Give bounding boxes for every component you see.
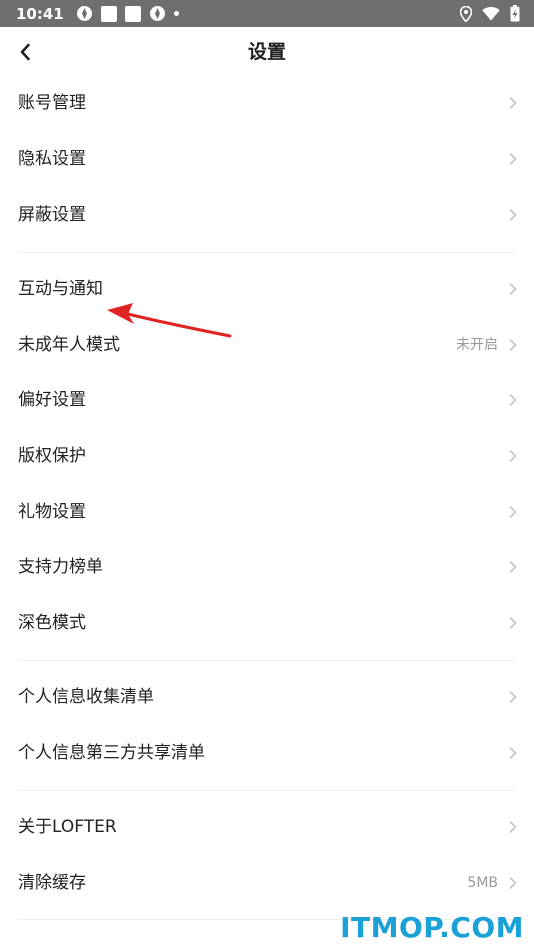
section-divider (18, 252, 516, 253)
app-notification-icon-2 (124, 5, 141, 22)
battery-charging-icon (510, 5, 520, 22)
status-time: 10:41 (16, 4, 64, 23)
settings-item-personal-info-list[interactable]: 个人信息收集清单 (0, 670, 534, 724)
settings-item-label: 账号管理 (18, 93, 86, 113)
settings-item-label: 互动与通知 (18, 279, 103, 299)
chevron-right-icon (509, 394, 517, 406)
system-icons (460, 5, 520, 22)
settings-item-clear-cache[interactable]: 清除缓存 5MB (0, 856, 534, 910)
settings-screen: 10:41 设置 账号管理 隐私设置 屏蔽设置 互动与通知 未成年人模式 未开启… (0, 0, 534, 950)
settings-item-label: 关于LOFTER (18, 817, 117, 837)
chevron-right-icon (509, 561, 517, 573)
chevron-right-icon (509, 153, 517, 165)
settings-item-copyright[interactable]: 版权保护 (0, 429, 534, 483)
settings-item-label: 支持力榜单 (18, 557, 103, 577)
settings-item-gifts[interactable]: 礼物设置 (0, 485, 534, 539)
page-title: 设置 (247, 41, 286, 63)
settings-item-label: 偏好设置 (18, 390, 86, 410)
settings-item-third-party-list[interactable]: 个人信息第三方共享清单 (0, 726, 534, 780)
wifi-icon (482, 7, 500, 21)
chevron-right-icon (509, 691, 517, 703)
header: 设置 (0, 27, 534, 77)
status-bar: 10:41 (0, 0, 534, 27)
settings-item-privacy[interactable]: 隐私设置 (0, 132, 534, 186)
sync-icon-2 (149, 6, 165, 21)
settings-item-notifications[interactable]: 互动与通知 (0, 262, 534, 316)
settings-item-preferences[interactable]: 偏好设置 (0, 373, 534, 427)
chevron-right-icon (509, 339, 517, 351)
sync-icon (76, 6, 92, 21)
settings-item-label: 版权保护 (18, 446, 86, 466)
chevron-right-icon (509, 283, 517, 295)
settings-item-label: 深色模式 (18, 613, 86, 633)
section-divider (18, 660, 516, 661)
chevron-right-icon (509, 617, 517, 629)
settings-item-dark-mode[interactable]: 深色模式 (0, 596, 534, 650)
settings-item-about[interactable]: 关于LOFTER (0, 800, 534, 854)
chevron-right-icon (509, 747, 517, 759)
chevron-right-icon (509, 506, 517, 518)
settings-item-minor-mode[interactable]: 未成年人模式 未开启 (0, 318, 534, 372)
notification-icons (76, 5, 179, 22)
watermark-logo: ITMOP.COM (340, 911, 524, 944)
location-icon (460, 5, 472, 22)
cache-size: 5MB (467, 875, 498, 891)
settings-item-label: 礼物设置 (18, 502, 86, 522)
chevron-right-icon (509, 877, 517, 889)
settings-item-account[interactable]: 账号管理 (0, 76, 534, 130)
section-divider (18, 790, 516, 791)
chevron-right-icon (509, 821, 517, 833)
settings-item-label: 个人信息收集清单 (18, 687, 154, 707)
settings-item-label: 隐私设置 (18, 149, 86, 169)
chevron-right-icon (509, 209, 517, 221)
chevron-right-icon (509, 97, 517, 109)
chevron-right-icon (509, 450, 517, 462)
settings-item-label: 个人信息第三方共享清单 (18, 743, 205, 763)
settings-item-block[interactable]: 屏蔽设置 (0, 188, 534, 242)
app-notification-icon (100, 5, 117, 22)
more-notifications-dot-icon (173, 11, 179, 16)
minor-mode-status: 未开启 (456, 337, 498, 353)
settings-item-label: 未成年人模式 (18, 335, 120, 355)
settings-item-support-ranking[interactable]: 支持力榜单 (0, 540, 534, 594)
settings-item-label: 清除缓存 (18, 873, 86, 893)
settings-item-label: 屏蔽设置 (18, 205, 86, 225)
